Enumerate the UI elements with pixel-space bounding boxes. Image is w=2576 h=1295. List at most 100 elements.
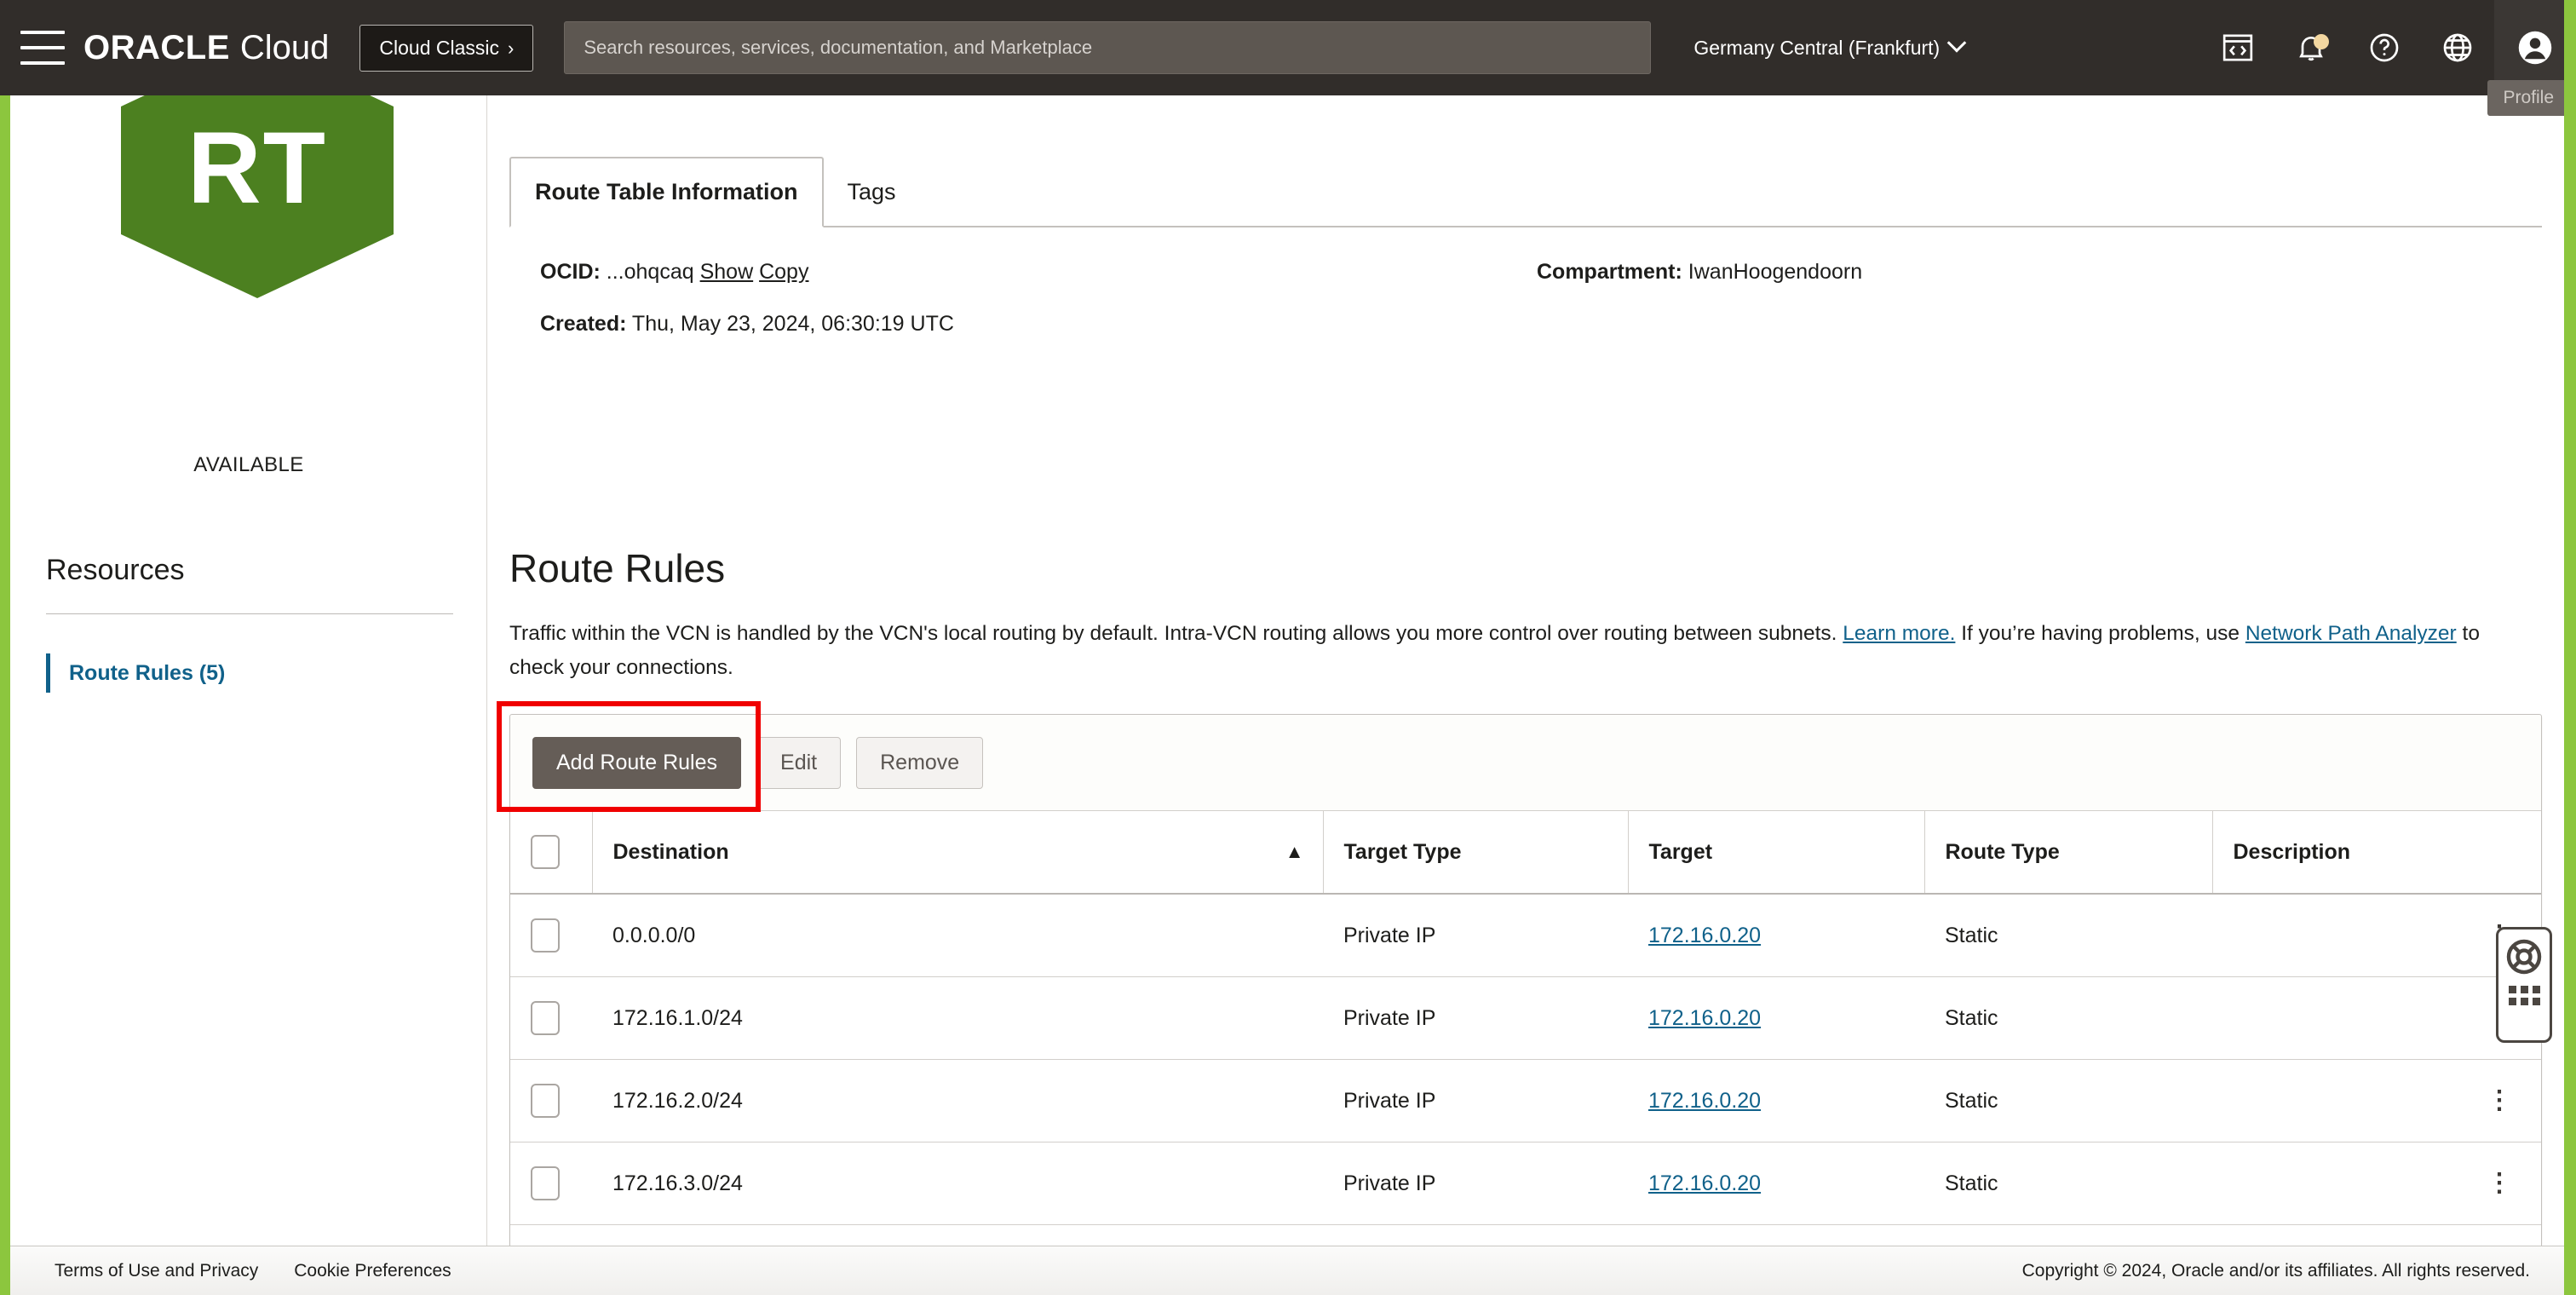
table-row[interactable]: 172.16.2.0/24 Private IP 172.16.0.20 Sta… [510, 1060, 2541, 1142]
cloud-classic-button[interactable]: Cloud Classic› [359, 25, 533, 72]
select-all-header [510, 811, 592, 895]
row-checkbox[interactable] [531, 918, 560, 953]
row-checkbox[interactable] [531, 1084, 560, 1118]
desc-text-2: If you’re having problems, use [1955, 622, 2245, 645]
row-select-cell [510, 1060, 592, 1142]
avatar-initials: RT [187, 109, 327, 227]
active-indicator-bar [46, 653, 50, 693]
ocid-show-link[interactable]: Show [700, 260, 754, 284]
cell-route-type: Static [1924, 1142, 2212, 1225]
oracle-cloud-logo[interactable]: ORACLE Cloud [83, 29, 329, 67]
cell-route-type: Static [1924, 1225, 2212, 1246]
cell-description: ⋮ [2212, 1060, 2541, 1142]
ocid-copy-link[interactable]: Copy [759, 260, 808, 284]
sort-ascending-icon: ▲ [1285, 840, 1304, 864]
ocid-value: ...ohqcaq [607, 260, 694, 284]
table-row[interactable]: 172.16.1.0/24 Private IP 172.16.0.20 Sta… [510, 977, 2541, 1060]
cell-destination: 172.16.2.0/24 [592, 1060, 1323, 1142]
route-rules-table: Destination ▲ Target Type Target Route T… [510, 810, 2541, 1246]
row-select-cell [510, 977, 592, 1060]
support-help-widget[interactable] [2496, 927, 2552, 1043]
column-header-destination[interactable]: Destination ▲ [592, 811, 1323, 895]
left-accent-stripe [0, 95, 10, 1295]
status-badge: AVAILABLE [10, 453, 487, 477]
brand-oracle-text: ORACLE [83, 29, 230, 67]
right-accent-stripe [2564, 0, 2576, 1295]
table-header: Destination ▲ Target Type Target Route T… [510, 811, 2541, 895]
row-checkbox[interactable] [531, 1001, 560, 1035]
main-content: Route Table Information Tags OCID: ...oh… [487, 95, 2564, 1246]
target-link[interactable]: 172.16.0.20 [1648, 1006, 1761, 1030]
column-label: Destination [613, 840, 729, 864]
drag-dots-handle[interactable] [2509, 986, 2540, 1005]
column-header-description[interactable]: Description [2212, 811, 2541, 895]
terms-of-use-link[interactable]: Terms of Use and Privacy [55, 1261, 258, 1281]
add-route-rules-button[interactable]: Add Route Rules [532, 737, 741, 789]
learn-more-link[interactable]: Learn more. [1843, 622, 1955, 645]
route-table-info-panel: OCID: ...ohqcaq Show Copy Created: Thu, … [509, 227, 2542, 355]
cell-description: ⋮ [2212, 977, 2541, 1060]
help-question-icon[interactable] [2348, 0, 2421, 95]
hamburger-menu-icon[interactable] [20, 31, 65, 65]
tab-label: Tags [848, 179, 896, 204]
tab-route-table-information[interactable]: Route Table Information [509, 157, 824, 227]
resource-sidebar: RT AVAILABLE Resources Route Rules (5) [10, 95, 487, 1246]
target-link[interactable]: 172.16.0.20 [1648, 924, 1761, 947]
table-row[interactable]: 172.16.3.0/24 Private IP 172.16.0.20 Sta… [510, 1142, 2541, 1225]
remove-button[interactable]: Remove [856, 737, 983, 789]
column-header-route-type[interactable]: Route Type [1924, 811, 2212, 895]
row-select-cell [510, 1142, 592, 1225]
row-actions-menu-icon[interactable]: ⋮ [2487, 1174, 2512, 1193]
created-value: Thu, May 23, 2024, 06:30:19 UTC [632, 312, 954, 336]
compartment-value: IwanHoogendoorn [1688, 260, 1862, 284]
global-search-input[interactable] [564, 21, 1651, 74]
table-row[interactable]: 0.0.0.0/0 Private IP 172.16.0.20 Static … [510, 894, 2541, 977]
ocid-row: OCID: ...ohqcaq Show Copy [540, 260, 808, 285]
cell-description: ⋮ [2212, 1225, 2541, 1246]
select-all-checkbox[interactable] [531, 835, 560, 869]
region-selector[interactable]: Germany Central (Frankfurt) [1693, 37, 1964, 60]
table-toolbar-wrap: Add Route Rules Edit Remove [510, 715, 2541, 810]
tab-label: Route Table Information [535, 179, 798, 204]
cell-description: ⋮ [2212, 1142, 2541, 1225]
cell-target: 172.16.0.20 [1628, 1142, 1924, 1225]
page-title: Route Rules [509, 545, 725, 591]
cell-route-type: Static [1924, 977, 2212, 1060]
tab-tags[interactable]: Tags [824, 158, 920, 226]
cell-destination: 0.0.0.0/0 [592, 894, 1323, 977]
target-link[interactable]: 172.16.0.20 [1648, 1089, 1761, 1113]
table-body: 0.0.0.0/0 Private IP 172.16.0.20 Static … [510, 894, 2541, 1246]
column-header-target[interactable]: Target [1628, 811, 1924, 895]
target-link[interactable]: 172.16.0.20 [1648, 1171, 1761, 1195]
brand-cloud-text: Cloud [240, 29, 330, 67]
cell-route-type: Static [1924, 894, 2212, 977]
cell-target-type: Service Gateway [1323, 1225, 1628, 1246]
row-select-cell [510, 1225, 592, 1246]
compartment-label: Compartment: [1537, 260, 1682, 284]
created-row: Created: Thu, May 23, 2024, 06:30:19 UTC [540, 312, 954, 337]
row-checkbox[interactable] [531, 1166, 560, 1200]
globe-language-icon[interactable] [2421, 0, 2494, 95]
cell-target-type: Private IP [1323, 1060, 1628, 1142]
network-path-analyzer-link[interactable]: Network Path Analyzer [2245, 622, 2457, 645]
desc-text-1: Traffic within the VCN is handled by the… [509, 622, 1843, 645]
notification-badge-dot [2314, 34, 2329, 49]
cookie-preferences-link[interactable]: Cookie Preferences [294, 1261, 451, 1281]
cloud-classic-label: Cloud Classic [379, 37, 499, 59]
ocid-label: OCID: [540, 260, 601, 284]
page-footer: Terms of Use and Privacy Cookie Preferen… [10, 1246, 2564, 1295]
code-editor-icon[interactable] [2201, 0, 2274, 95]
sidebar-item-route-rules[interactable]: Route Rules (5) [46, 653, 225, 693]
created-label: Created: [540, 312, 626, 336]
cell-target: 172.16.0.20 [1628, 1060, 1924, 1142]
cell-target: 172.16.0.20 [1628, 977, 1924, 1060]
region-label: Germany Central (Frankfurt) [1693, 37, 1940, 60]
table-row[interactable]: All FRA Services In Oracle Services Netw… [510, 1225, 2541, 1246]
edit-button[interactable]: Edit [756, 737, 841, 789]
cell-destination: 172.16.3.0/24 [592, 1142, 1323, 1225]
notifications-bell-icon[interactable] [2274, 0, 2348, 95]
column-header-target-type[interactable]: Target Type [1323, 811, 1628, 895]
row-actions-menu-icon[interactable]: ⋮ [2487, 1091, 2512, 1110]
cell-target: hub-service-gw [1628, 1225, 1924, 1246]
cell-destination: 172.16.1.0/24 [592, 977, 1323, 1060]
